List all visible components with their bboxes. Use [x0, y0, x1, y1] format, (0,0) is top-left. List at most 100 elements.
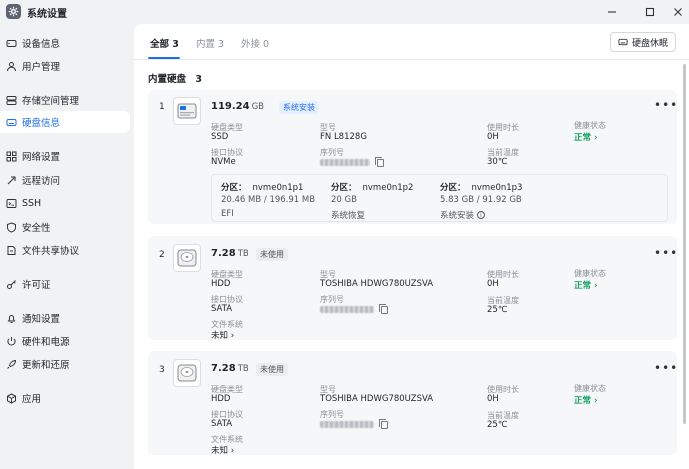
partition-usage: 系统恢复 [331, 211, 366, 221]
partition-2-title: 分区： nvme0n1p2 [331, 181, 413, 193]
serial-redacted [320, 306, 374, 313]
temp-value: 30℃ [487, 157, 508, 167]
sidebar-item-security[interactable]: 安全性 [0, 216, 130, 238]
hours-value: 0H [487, 132, 499, 142]
partition-name: nvme0n1p1 [252, 183, 304, 193]
tab-external[interactable]: 外接 0 [241, 36, 269, 50]
copy-icon[interactable] [375, 157, 384, 167]
capacity-value: 7.28 [211, 363, 236, 374]
window-title: 系统设置 [27, 9, 67, 20]
disk-sleep-label: 硬盘休眠 [631, 38, 668, 49]
status-badge: 系统安装 [279, 101, 319, 114]
section-count: 3 [195, 74, 202, 85]
health-label: 健康状态 [574, 269, 606, 278]
disk-sleep-button[interactable]: 硬盘休眠 [610, 32, 676, 52]
sidebar-item-label: 许可证 [22, 280, 51, 291]
partition-label: 分区： [221, 183, 247, 193]
health-status-link[interactable]: 正常 › [574, 394, 597, 406]
disk-icon [618, 37, 628, 47]
sidebar-item-label: 硬盘信息 [22, 118, 61, 129]
key-icon [6, 279, 17, 290]
network-icon [6, 151, 17, 162]
partition-usage-text: 系统安装 [440, 211, 475, 221]
partition-size: 5.83 GB / 91.92 GB [440, 195, 522, 205]
disk-capacity: 7.28 TB [211, 248, 249, 259]
sidebar-item-storage[interactable]: 存储空间管理 [0, 89, 130, 111]
sidebar-item-apps[interactable]: 应用 [0, 387, 130, 409]
sidebar-item-network[interactable]: 网络设置 [0, 145, 130, 167]
tab-bar: 全部 3 内置 3 外接 0 硬盘休眠 [134, 24, 689, 60]
sidebar-item-label: 远程访问 [22, 176, 61, 187]
copy-icon[interactable] [379, 304, 388, 314]
sidebar-item-label: 硬件和电源 [22, 337, 70, 348]
sidebar-item-label: 网络设置 [22, 152, 61, 163]
model-value: TOSHIBA HDWG780UZSVA [320, 279, 434, 289]
more-options-button[interactable]: ••• [654, 361, 678, 375]
sidebar-item-label: 安全性 [22, 223, 51, 234]
disk-capacity: 7.28 TB [211, 363, 249, 374]
interface-value: SATA [211, 304, 233, 314]
partition-label: 分区： [440, 183, 466, 193]
filesystem-link[interactable]: 未知 › [211, 444, 234, 456]
sidebar-item-label: 用户管理 [22, 62, 61, 73]
status-badge: 未使用 [256, 248, 288, 261]
sidebar-item-notifications[interactable]: 通知设置 [0, 307, 130, 329]
terminal-icon [6, 198, 17, 209]
share-icon [6, 245, 17, 256]
sidebar-item-remote-access[interactable]: 远程访问 [0, 169, 130, 191]
disk-icon [6, 117, 17, 128]
scrollbar[interactable] [683, 64, 686, 424]
sidebar-item-ssh[interactable]: SSH [0, 192, 130, 214]
partition-panel: 分区： nvme0n1p1 20.46 MB / 196.91 MB EFI 分区… [211, 174, 668, 222]
sidebar-item-file-sharing[interactable]: 文件共享协议 [0, 239, 130, 261]
disk-index: 3 [159, 365, 165, 375]
sidebar-item-user-management[interactable]: 用户管理 [0, 55, 130, 77]
sidebar-item-label: 设备信息 [22, 39, 61, 50]
more-options-button[interactable]: ••• [654, 246, 678, 260]
interface-value: NVMe [211, 157, 236, 167]
disk-type-value: HDD [211, 279, 231, 289]
tab-internal[interactable]: 内置 3 [196, 36, 224, 50]
tab-all[interactable]: 全部 3 [150, 36, 179, 50]
device-icon [6, 38, 17, 49]
more-options-button[interactable]: ••• [654, 98, 678, 112]
close-button[interactable] [670, 4, 686, 20]
partition-size: 20.46 MB / 196.91 MB [221, 195, 316, 205]
ssd-disk-icon [173, 97, 201, 125]
partition-label: 分区： [331, 183, 357, 193]
partition-name: nvme0n1p3 [471, 183, 523, 193]
sidebar-item-label: 通知设置 [22, 314, 61, 325]
main-panel: 全部 3 内置 3 外接 0 硬盘休眠 内置硬盘 3 1 119.24 GB 系统… [134, 24, 689, 469]
interface-value: SATA [211, 419, 233, 429]
disk-card-1: 1 119.24 GB 系统安装 ••• 硬盘类型 SSD 接口协议 NVMe 型… [148, 90, 677, 224]
sidebar-item-label: SSH [22, 197, 42, 209]
serial-label: 序列号 [320, 148, 344, 157]
disk-card-3: 3 7.28 TB 未使用 ••• 硬盘类型 HDD 接口协议 SATA 文件系统… [148, 351, 678, 456]
model-value: TOSHIBA HDWG780UZSVA [320, 394, 434, 404]
filesystem-link[interactable]: 未知 › [211, 329, 234, 341]
sidebar-item-disk-info[interactable]: 硬盘信息 [0, 111, 130, 133]
sidebar-item-update-restore[interactable]: 更新和还原 [0, 353, 130, 375]
hours-value: 0H [487, 394, 499, 404]
sidebar-item-device-info[interactable]: 设备信息 [0, 32, 130, 54]
health-label: 健康状态 [574, 121, 606, 130]
copy-icon[interactable] [379, 419, 388, 429]
disk-type-value: SSD [211, 132, 229, 142]
sidebar-item-hardware-power[interactable]: 硬件和电源 [0, 330, 130, 352]
model-value: FN L8128G [320, 132, 367, 142]
sidebar-item-label: 存储空间管理 [22, 96, 80, 107]
partition-size: 20 GB [331, 195, 357, 205]
sidebar-item-license[interactable]: 许可证 [0, 273, 130, 295]
health-status-link[interactable]: 正常 › [574, 279, 597, 291]
title-bar: 系统设置 [0, 0, 689, 24]
partition-usage: EFI [221, 209, 234, 219]
rocket-icon [6, 359, 17, 370]
remote-icon [6, 175, 17, 186]
health-status-link[interactable]: 正常 › [574, 131, 597, 143]
temp-value: 25℃ [487, 305, 508, 315]
capacity-unit: TB [237, 249, 249, 259]
minimize-button[interactable] [604, 4, 620, 20]
maximize-button[interactable] [642, 4, 658, 20]
info-icon[interactable]: i [477, 211, 486, 219]
serial-label: 序列号 [320, 295, 344, 304]
